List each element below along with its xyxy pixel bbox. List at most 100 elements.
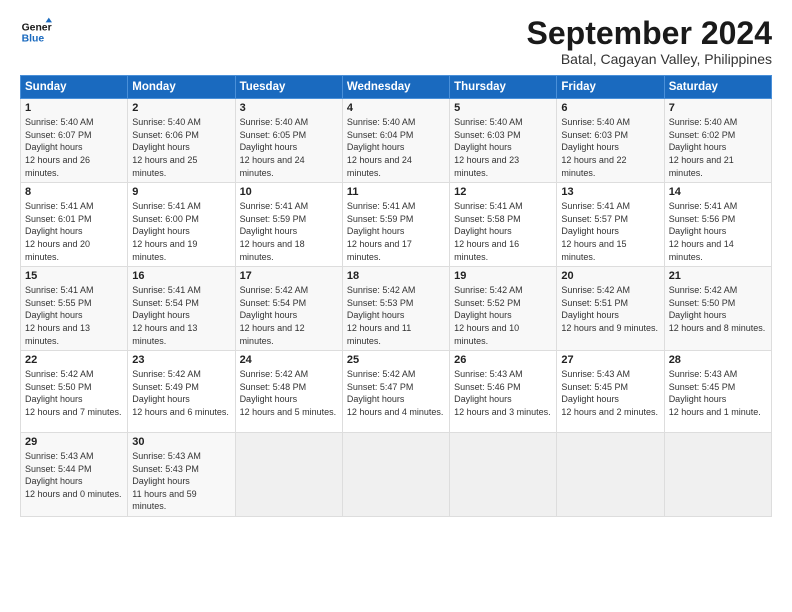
day-header: Wednesday [342, 76, 449, 99]
day-header: Monday [128, 76, 235, 99]
calendar-cell: 10 Sunrise: 5:41 AMSunset: 5:59 PMDaylig… [235, 183, 342, 267]
subtitle: Batal, Cagayan Valley, Philippines [527, 51, 772, 67]
calendar-cell: 19 Sunrise: 5:42 AMSunset: 5:52 PMDaylig… [450, 267, 557, 351]
day-number: 6 [561, 102, 659, 114]
calendar-cell: 25 Sunrise: 5:42 AMSunset: 5:47 PMDaylig… [342, 351, 449, 433]
day-number: 14 [669, 186, 767, 198]
day-number: 2 [132, 102, 230, 114]
logo: General Blue [20, 16, 52, 48]
cell-content: Sunrise: 5:42 AMSunset: 5:52 PMDaylight … [454, 285, 523, 345]
cell-content: Sunrise: 5:43 AMSunset: 5:45 PMDaylight … [561, 369, 658, 417]
cell-content: Sunrise: 5:43 AMSunset: 5:44 PMDaylight … [25, 451, 122, 499]
day-number: 19 [454, 270, 552, 282]
calendar-cell: 2 Sunrise: 5:40 AMSunset: 6:06 PMDayligh… [128, 99, 235, 183]
cell-content: Sunrise: 5:42 AMSunset: 5:50 PMDaylight … [25, 369, 122, 417]
calendar-body: 1 Sunrise: 5:40 AMSunset: 6:07 PMDayligh… [21, 99, 772, 517]
calendar-cell: 12 Sunrise: 5:41 AMSunset: 5:58 PMDaylig… [450, 183, 557, 267]
day-number: 16 [132, 270, 230, 282]
day-number: 24 [240, 354, 338, 366]
calendar-cell: 24 Sunrise: 5:42 AMSunset: 5:48 PMDaylig… [235, 351, 342, 433]
cell-content: Sunrise: 5:41 AMSunset: 5:55 PMDaylight … [25, 285, 94, 345]
cell-content: Sunrise: 5:41 AMSunset: 6:00 PMDaylight … [132, 201, 201, 261]
calendar-cell: 22 Sunrise: 5:42 AMSunset: 5:50 PMDaylig… [21, 351, 128, 433]
calendar-cell: 18 Sunrise: 5:42 AMSunset: 5:53 PMDaylig… [342, 267, 449, 351]
cell-content: Sunrise: 5:42 AMSunset: 5:48 PMDaylight … [240, 369, 337, 417]
day-header: Saturday [664, 76, 771, 99]
cell-content: Sunrise: 5:43 AMSunset: 5:43 PMDaylight … [132, 451, 201, 511]
day-number: 1 [25, 102, 123, 114]
logo-icon: General Blue [20, 16, 52, 48]
calendar-week: 8 Sunrise: 5:41 AMSunset: 6:01 PMDayligh… [21, 183, 772, 267]
cell-content: Sunrise: 5:42 AMSunset: 5:54 PMDaylight … [240, 285, 309, 345]
cell-content: Sunrise: 5:42 AMSunset: 5:50 PMDaylight … [669, 285, 766, 333]
svg-text:General: General [22, 22, 52, 33]
cell-content: Sunrise: 5:40 AMSunset: 6:03 PMDaylight … [454, 117, 523, 177]
calendar-cell: 13 Sunrise: 5:41 AMSunset: 5:57 PMDaylig… [557, 183, 664, 267]
day-number: 9 [132, 186, 230, 198]
day-number: 29 [25, 436, 123, 448]
calendar-cell: 14 Sunrise: 5:41 AMSunset: 5:56 PMDaylig… [664, 183, 771, 267]
day-number: 27 [561, 354, 659, 366]
calendar-cell: 7 Sunrise: 5:40 AMSunset: 6:02 PMDayligh… [664, 99, 771, 183]
cell-content: Sunrise: 5:40 AMSunset: 6:03 PMDaylight … [561, 117, 630, 177]
calendar-table: SundayMondayTuesdayWednesdayThursdayFrid… [20, 75, 772, 517]
cell-content: Sunrise: 5:42 AMSunset: 5:47 PMDaylight … [347, 369, 444, 417]
header: General Blue September 2024 Batal, Cagay… [20, 16, 772, 67]
day-number: 11 [347, 186, 445, 198]
day-number: 28 [669, 354, 767, 366]
calendar-cell [342, 433, 449, 517]
day-number: 22 [25, 354, 123, 366]
cell-content: Sunrise: 5:41 AMSunset: 5:58 PMDaylight … [454, 201, 523, 261]
day-number: 25 [347, 354, 445, 366]
calendar-cell: 15 Sunrise: 5:41 AMSunset: 5:55 PMDaylig… [21, 267, 128, 351]
calendar-week: 15 Sunrise: 5:41 AMSunset: 5:55 PMDaylig… [21, 267, 772, 351]
calendar-week: 22 Sunrise: 5:42 AMSunset: 5:50 PMDaylig… [21, 351, 772, 433]
day-number: 26 [454, 354, 552, 366]
day-number: 21 [669, 270, 767, 282]
day-number: 15 [25, 270, 123, 282]
day-number: 3 [240, 102, 338, 114]
calendar-cell: 5 Sunrise: 5:40 AMSunset: 6:03 PMDayligh… [450, 99, 557, 183]
calendar-cell [235, 433, 342, 517]
cell-content: Sunrise: 5:43 AMSunset: 5:46 PMDaylight … [454, 369, 551, 417]
calendar-cell [557, 433, 664, 517]
day-header: Sunday [21, 76, 128, 99]
calendar-week: 1 Sunrise: 5:40 AMSunset: 6:07 PMDayligh… [21, 99, 772, 183]
day-number: 4 [347, 102, 445, 114]
cell-content: Sunrise: 5:42 AMSunset: 5:53 PMDaylight … [347, 285, 416, 345]
day-number: 18 [347, 270, 445, 282]
title-block: September 2024 Batal, Cagayan Valley, Ph… [527, 16, 772, 67]
calendar-cell: 23 Sunrise: 5:42 AMSunset: 5:49 PMDaylig… [128, 351, 235, 433]
cell-content: Sunrise: 5:41 AMSunset: 5:59 PMDaylight … [240, 201, 309, 261]
calendar-cell: 29 Sunrise: 5:43 AMSunset: 5:44 PMDaylig… [21, 433, 128, 517]
day-number: 23 [132, 354, 230, 366]
cell-content: Sunrise: 5:40 AMSunset: 6:02 PMDaylight … [669, 117, 738, 177]
calendar-cell: 17 Sunrise: 5:42 AMSunset: 5:54 PMDaylig… [235, 267, 342, 351]
day-number: 10 [240, 186, 338, 198]
svg-text:Blue: Blue [22, 34, 45, 45]
calendar-cell: 26 Sunrise: 5:43 AMSunset: 5:46 PMDaylig… [450, 351, 557, 433]
calendar-cell: 1 Sunrise: 5:40 AMSunset: 6:07 PMDayligh… [21, 99, 128, 183]
day-number: 30 [132, 436, 230, 448]
calendar-cell: 30 Sunrise: 5:43 AMSunset: 5:43 PMDaylig… [128, 433, 235, 517]
cell-content: Sunrise: 5:41 AMSunset: 6:01 PMDaylight … [25, 201, 94, 261]
day-number: 12 [454, 186, 552, 198]
cell-content: Sunrise: 5:40 AMSunset: 6:06 PMDaylight … [132, 117, 201, 177]
calendar-cell: 4 Sunrise: 5:40 AMSunset: 6:04 PMDayligh… [342, 99, 449, 183]
day-number: 8 [25, 186, 123, 198]
day-header: Friday [557, 76, 664, 99]
cell-content: Sunrise: 5:40 AMSunset: 6:04 PMDaylight … [347, 117, 416, 177]
calendar-cell: 21 Sunrise: 5:42 AMSunset: 5:50 PMDaylig… [664, 267, 771, 351]
calendar-cell: 16 Sunrise: 5:41 AMSunset: 5:54 PMDaylig… [128, 267, 235, 351]
page: General Blue September 2024 Batal, Cagay… [0, 0, 792, 612]
cell-content: Sunrise: 5:42 AMSunset: 5:51 PMDaylight … [561, 285, 658, 333]
day-header: Thursday [450, 76, 557, 99]
cell-content: Sunrise: 5:41 AMSunset: 5:54 PMDaylight … [132, 285, 201, 345]
day-number: 17 [240, 270, 338, 282]
day-header: Tuesday [235, 76, 342, 99]
calendar-cell: 9 Sunrise: 5:41 AMSunset: 6:00 PMDayligh… [128, 183, 235, 267]
calendar-cell: 27 Sunrise: 5:43 AMSunset: 5:45 PMDaylig… [557, 351, 664, 433]
day-number: 20 [561, 270, 659, 282]
calendar-cell [664, 433, 771, 517]
month-title: September 2024 [527, 16, 772, 51]
